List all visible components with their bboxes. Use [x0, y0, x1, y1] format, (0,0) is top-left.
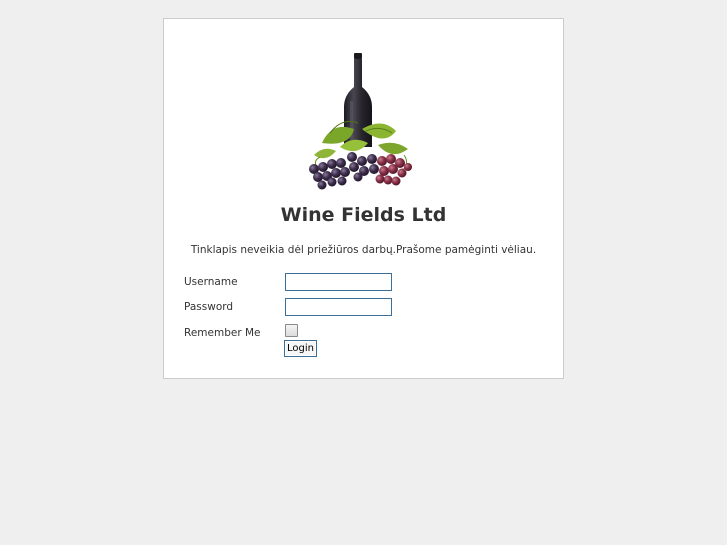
username-label: Username: [184, 276, 238, 288]
login-panel: Wine Fields Ltd Tinklapis neveikia dėl p…: [163, 18, 564, 379]
remember-me-label: Remember Me: [184, 327, 261, 339]
password-input[interactable]: [285, 298, 392, 316]
login-button[interactable]: Login: [284, 340, 317, 357]
remember-me-checkbox[interactable]: [285, 324, 298, 337]
maintenance-notice: Tinklapis neveikia dėl priežiūros darbų.…: [190, 244, 537, 256]
page-title: Wine Fields Ltd: [280, 204, 447, 226]
username-input[interactable]: [285, 273, 392, 291]
password-label: Password: [184, 301, 234, 313]
wine-bottle-grapes-icon: [292, 51, 426, 191]
